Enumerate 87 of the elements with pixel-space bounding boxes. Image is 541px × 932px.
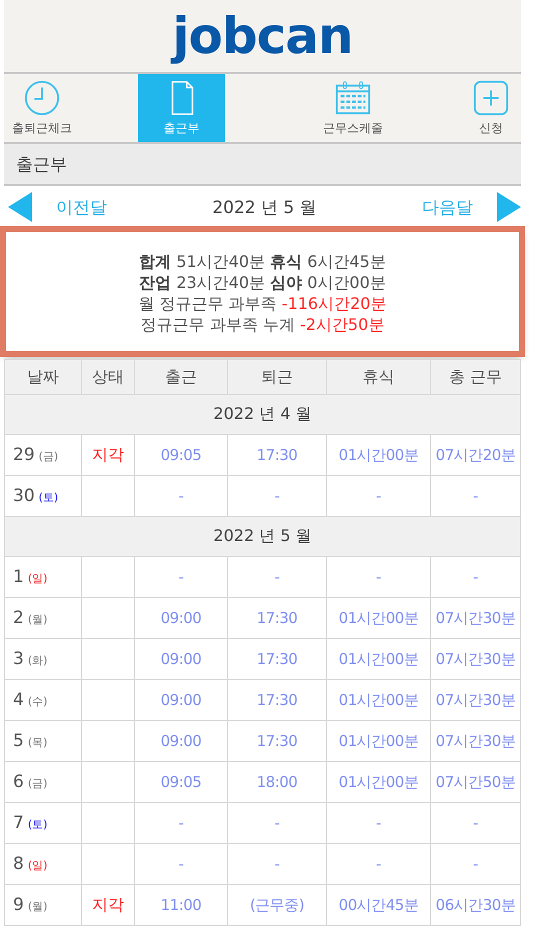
table-cell: 17:30 (228, 720, 326, 762)
table-cell: 09:00 (134, 598, 228, 638)
column-header: 휴식 (326, 360, 430, 394)
table-cell: - (134, 802, 228, 844)
column-header: 날짜 (4, 360, 82, 394)
table-cell: 01시간00분 (326, 434, 430, 476)
weekday-label: (토) (28, 818, 48, 831)
summary-line: 합계 51시간40분 휴식 6시간45분 (139, 252, 386, 272)
day-number: 30 (13, 486, 35, 506)
next-arrow-icon[interactable] (497, 192, 521, 222)
month-row: 2022 년 5 월 (4, 516, 520, 556)
table-cell: - (228, 556, 326, 598)
table-cell: 17:30 (228, 434, 326, 476)
table-cell: - (430, 844, 520, 884)
weekday-label: (토) (38, 491, 58, 504)
column-header: 총 근무 (430, 360, 520, 394)
current-month: 2022 년 5 월 (211, 196, 318, 218)
weekday-label: (일) (28, 859, 48, 872)
status-cell: 지각 (82, 434, 134, 476)
table-cell: - (430, 556, 520, 598)
table-cell: 09:05 (134, 762, 228, 802)
table-cell: 01시간00분 (326, 762, 430, 802)
nav-tab[interactable]: 신청 (461, 74, 521, 142)
weekday-label: (화) (28, 654, 48, 667)
table-cell: 07시간30분 (430, 680, 520, 720)
table-cell: - (326, 556, 430, 598)
page-title: 출근부 (16, 154, 67, 176)
table-cell: 09:00 (134, 638, 228, 680)
table-cell: 09:00 (134, 720, 228, 762)
table-cell: - (134, 844, 228, 884)
table-cell: 17:30 (228, 598, 326, 638)
table-cell: - (326, 844, 430, 884)
day-number: 29 (13, 445, 35, 465)
table-cell: - (430, 802, 520, 844)
previous-arrow-icon[interactable] (8, 192, 32, 222)
calendar-icon (334, 79, 372, 117)
day-number: 8 (13, 854, 24, 874)
day-number: 1 (13, 567, 24, 587)
plus-icon (472, 79, 510, 117)
clock-icon (23, 79, 61, 117)
column-header: 퇴근 (228, 360, 326, 394)
table-cell: 00시간45분 (326, 884, 430, 926)
day-number: 6 (13, 772, 24, 792)
table-cell: 07시간20분 (430, 434, 520, 476)
table-cell: 18:00 (228, 762, 326, 802)
table-cell: 07시간30분 (430, 598, 520, 638)
day-number: 4 (13, 690, 24, 710)
day-number: 3 (13, 649, 24, 669)
weekday-label: (목) (28, 736, 48, 749)
table-cell: 07시간50분 (430, 762, 520, 802)
day-number: 9 (13, 895, 24, 915)
table-cell: - (134, 556, 228, 598)
summary-line: 정규근무 과부족 누계 -2시간50분 (140, 315, 384, 335)
table-cell: 09:00 (134, 680, 228, 720)
column-header: 상태 (82, 360, 134, 394)
weekday-label: (금) (28, 777, 48, 790)
day-number: 5 (13, 731, 24, 751)
table-cell: (근무중) (228, 884, 326, 926)
nav-tab[interactable]: 근무스케줄 (303, 74, 403, 142)
day-number: 2 (13, 608, 24, 628)
nav-tab[interactable]: 출퇴근체크 (4, 74, 80, 142)
weekday-label: (월) (28, 613, 48, 626)
table-cell: 01시간00분 (326, 638, 430, 680)
table-cell: 06시간30분 (430, 884, 520, 926)
summary-line: 월 정규근무 과부족 -116시간20분 (138, 294, 386, 314)
table-cell: 07시간30분 (430, 720, 520, 762)
weekday-label: (일) (28, 572, 48, 585)
table-cell: 07시간30분 (430, 638, 520, 680)
column-header: 출근 (134, 360, 228, 394)
table-cell: 11:00 (134, 884, 228, 926)
table-cell: - (326, 802, 430, 844)
summary-line: 잔업 23시간40분 심야 0시간00분 (139, 273, 386, 293)
table-cell: 09:05 (134, 434, 228, 476)
weekday-label: (월) (28, 900, 48, 913)
table-cell: 17:30 (228, 638, 326, 680)
logo: jobcan (172, 7, 353, 65)
table-cell: 01시간00분 (326, 720, 430, 762)
table-cell: 01시간00분 (326, 680, 430, 720)
day-number: 7 (13, 813, 24, 833)
table-cell: - (228, 802, 326, 844)
status-cell: 지각 (82, 884, 134, 926)
table-cell: 17:30 (228, 680, 326, 720)
table-cell: - (228, 844, 326, 884)
month-row: 2022 년 4 월 (4, 394, 520, 434)
table-cell: 01시간00분 (326, 598, 430, 638)
weekday-label: (수) (28, 695, 48, 708)
weekday-label: (금) (38, 450, 58, 463)
